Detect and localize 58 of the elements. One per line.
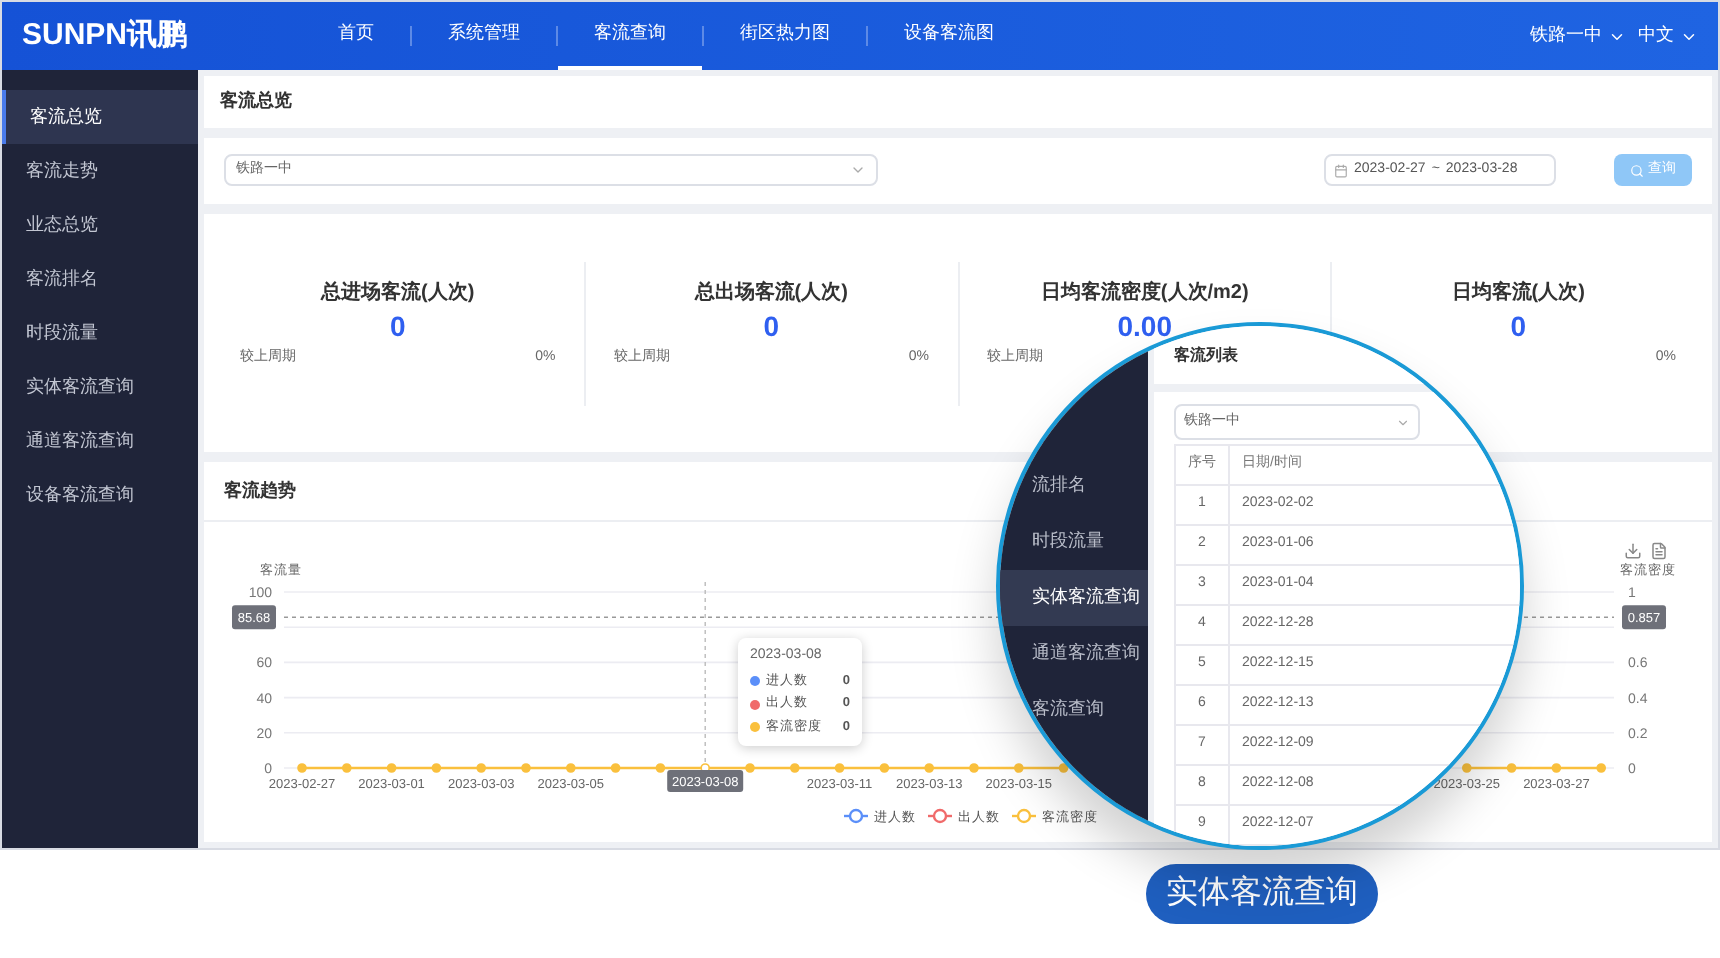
chevron-icon: [1396, 415, 1410, 429]
data-point: [610, 763, 621, 773]
nav-tab[interactable]: 设备客流图: [868, 2, 1030, 70]
data-point: [1462, 763, 1472, 773]
data-point: [745, 763, 755, 773]
sidebar-item[interactable]: 客流查询: [1000, 682, 1148, 738]
language-dropdown[interactable]: 中文: [1638, 22, 1698, 50]
sidebar-item[interactable]: 客流排名: [2, 252, 198, 306]
logo: SUNPN讯鹏: [22, 15, 190, 56]
sidebar-item[interactable]: 通道客流查询: [2, 414, 198, 468]
page-title: 客流总览: [220, 88, 292, 115]
stat-title: 总进场客流(人次): [318, 278, 477, 307]
calendar-icon: [1334, 163, 1348, 178]
nav-tab[interactable]: 系统管理: [412, 2, 556, 70]
stat-title: 总出场客流(人次): [692, 278, 850, 307]
data-point: [566, 763, 576, 773]
data-point: [790, 763, 800, 773]
sidebar-item[interactable]: 通道客流查询: [1000, 626, 1148, 682]
sidebar-item[interactable]: 实体客流查询: [1000, 570, 1148, 626]
search-icon: [1630, 163, 1644, 178]
caption-pill: 实体客流查询: [1146, 864, 1378, 924]
data-point: [297, 763, 307, 773]
site-dropdown[interactable]: 铁路一中: [1530, 22, 1626, 50]
panel-title: 客流列表: [1174, 344, 1238, 368]
data-point: [1506, 763, 1517, 773]
data-point: [342, 763, 352, 773]
data-point: [1014, 763, 1024, 773]
stat-value: 0: [1508, 307, 1529, 343]
sidebar-item[interactable]: 业态总览: [2, 198, 198, 252]
data-point: [834, 763, 845, 773]
data-point: [476, 763, 486, 773]
card-title: 客流趋势: [224, 477, 296, 504]
data-point: [521, 763, 531, 773]
document-icon[interactable]: [1650, 542, 1668, 560]
data-point: [1058, 763, 1069, 773]
data-point: [386, 763, 397, 773]
data-point: [879, 763, 890, 773]
data-point: [1551, 763, 1562, 773]
nav-tab[interactable]: 街区热力图: [704, 2, 866, 70]
sidebar-item[interactable]: 客流总览: [2, 90, 198, 144]
data-point: [924, 763, 934, 773]
stat-value: 0.00: [1115, 307, 1174, 343]
sidebar-item[interactable]: 时段流量: [1000, 514, 1148, 570]
sidebar-item[interactable]: 实体客流查询: [2, 360, 198, 414]
stat-title: 日均客流密度(人次/m2): [1038, 278, 1251, 307]
stat-title: 日均客流(人次): [1449, 278, 1587, 307]
stat-value: 0: [761, 307, 782, 343]
stat-value: 0: [387, 307, 408, 343]
sidebar-item[interactable]: 时段流量: [2, 306, 198, 360]
nav-tab[interactable]: 首页: [302, 2, 410, 70]
data-point: [1596, 763, 1606, 773]
sidebar-item[interactable]: 客流走势: [2, 144, 198, 198]
sidebar-item[interactable]: 设备客流查询: [2, 468, 198, 522]
data-point: [969, 763, 979, 773]
sidebar-item[interactable]: 流排名: [1000, 458, 1148, 514]
data-point: [431, 763, 442, 773]
data-point: [655, 763, 666, 773]
download-icon[interactable]: [1624, 542, 1642, 560]
